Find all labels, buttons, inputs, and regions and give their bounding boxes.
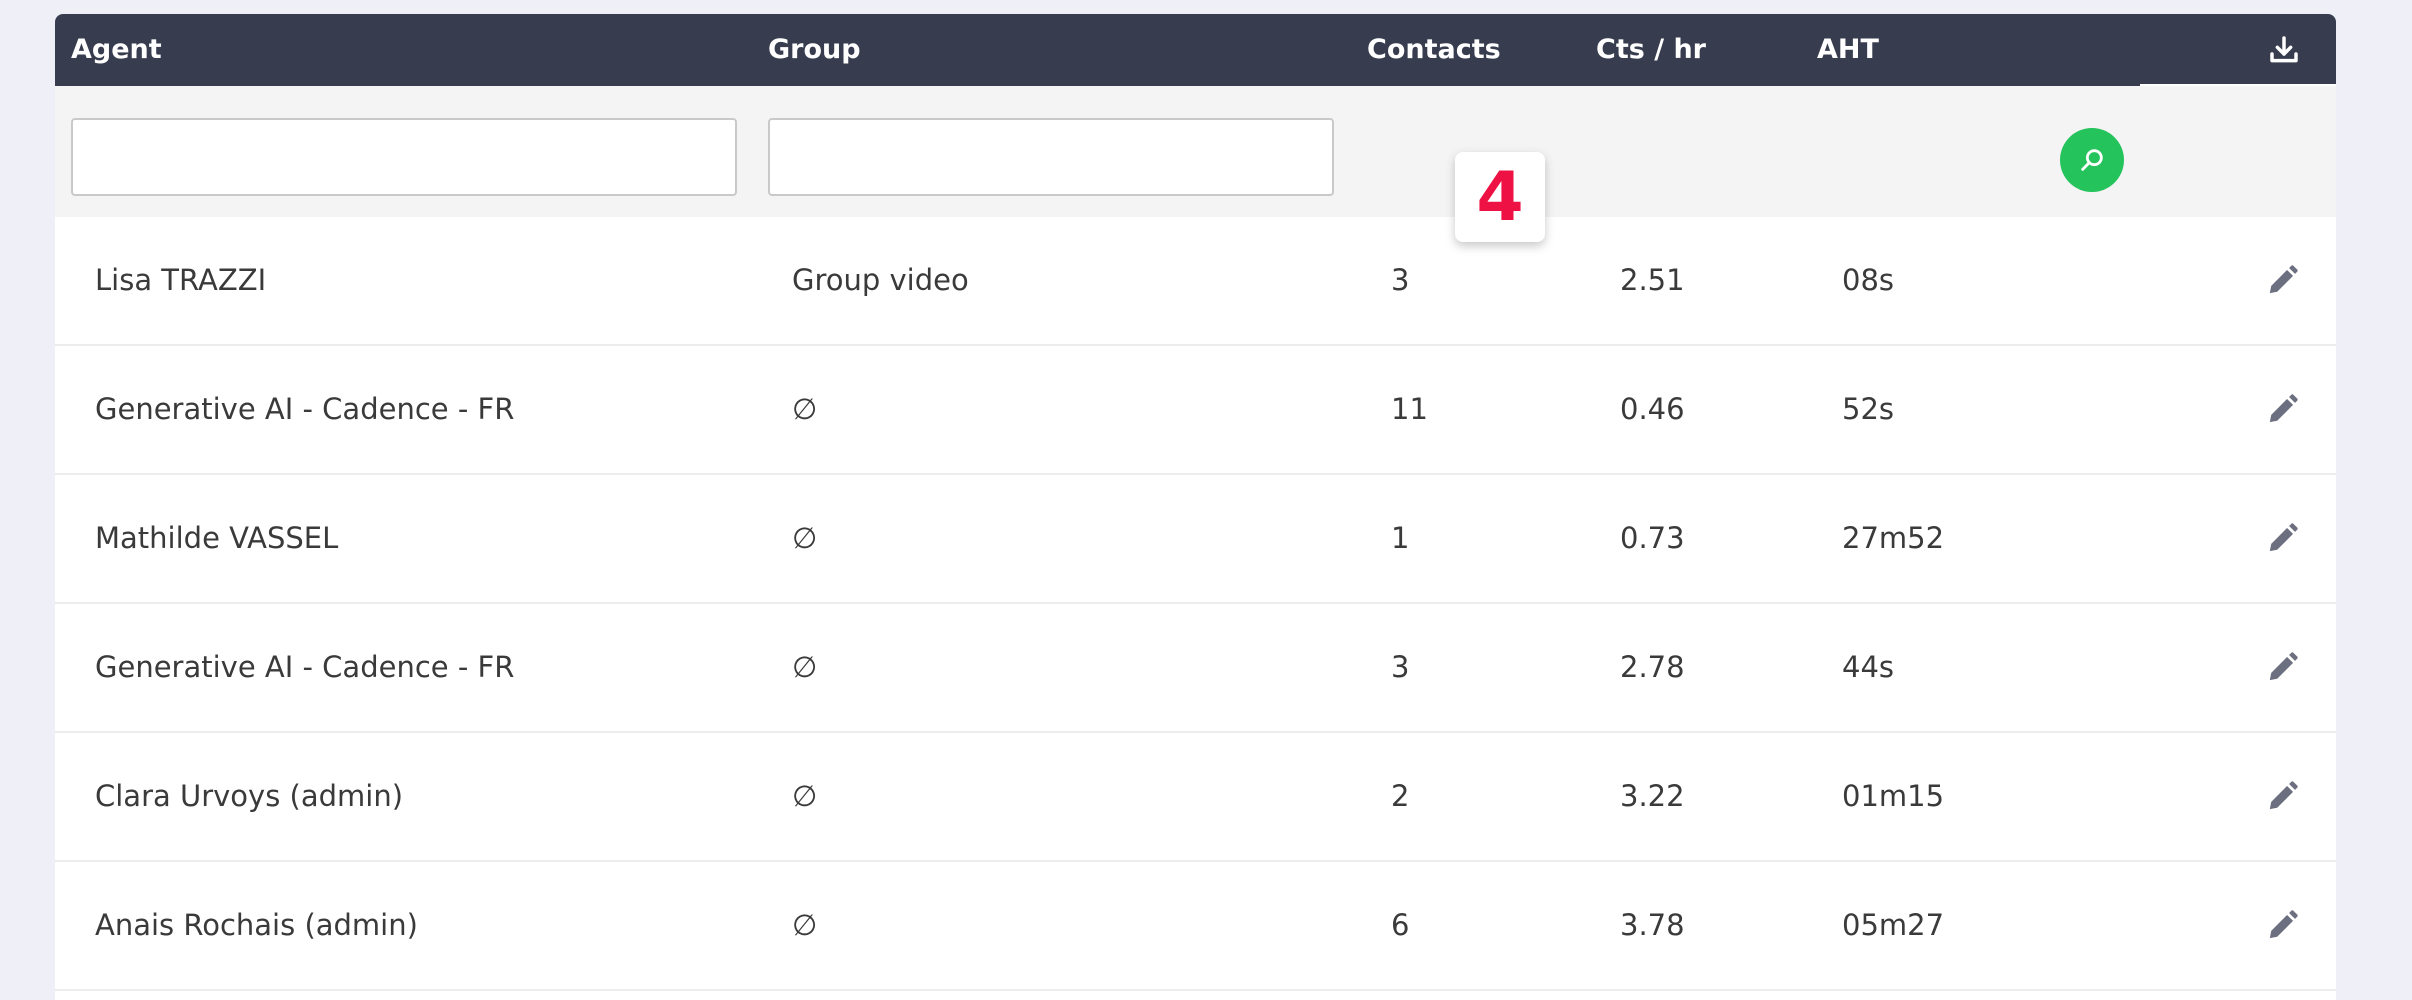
pencil-icon [2269, 394, 2298, 423]
group-name: ∅ [792, 521, 818, 555]
pencil-icon [2269, 523, 2298, 552]
table-row[interactable]: Clara Urvoys (admin) ∅ 2 3.22 01m15 [55, 733, 2336, 862]
column-header-contacts[interactable]: Contacts [1367, 14, 1501, 86]
agent-filter-input[interactable] [71, 118, 737, 196]
download-icon [2270, 36, 2298, 63]
agent-stats-panel: Agent Group Contacts Cts / hr AHT Lisa T… [55, 14, 2336, 1000]
group-name: ∅ [792, 908, 818, 942]
agent-name: Mathilde VASSEL [95, 521, 339, 555]
contacts-per-hour: 2.78 [1620, 650, 1685, 684]
agent-name: Lisa TRAZZI [95, 263, 267, 297]
edit-button[interactable] [2265, 909, 2299, 943]
group-name: ∅ [792, 779, 818, 813]
table-row[interactable]: Generative AI - Cadence - FR ∅ 3 2.78 44s [55, 604, 2336, 733]
contacts-count: 1 [1391, 521, 1410, 555]
edit-button[interactable] [2265, 780, 2299, 814]
contacts-per-hour: 3.22 [1620, 779, 1685, 813]
average-handle-time: 08s [1842, 263, 1895, 297]
edit-button[interactable] [2265, 264, 2299, 298]
table-body: Lisa TRAZZI Group video 3 2.51 08s Generative… [55, 217, 2336, 991]
contacts-count: 11 [1391, 392, 1428, 426]
edit-button[interactable] [2265, 393, 2299, 427]
pencil-icon [2269, 265, 2298, 294]
column-header-cts-hr[interactable]: Cts / hr [1596, 14, 1706, 86]
agent-name: Generative AI - Cadence - FR [95, 650, 515, 684]
contacts-per-hour: 0.73 [1620, 521, 1685, 555]
group-filter-input[interactable] [768, 118, 1334, 196]
group-name: ∅ [792, 650, 818, 684]
agent-name: Generative AI - Cadence - FR [95, 392, 515, 426]
contacts-count: 6 [1391, 908, 1410, 942]
download-button[interactable] [2140, 14, 2336, 86]
filter-row [55, 86, 2336, 217]
edit-button[interactable] [2265, 522, 2299, 556]
contacts-count: 2 [1391, 779, 1410, 813]
contacts-per-hour: 0.46 [1620, 392, 1685, 426]
column-header-group[interactable]: Group [768, 14, 861, 86]
contacts-per-hour: 3.78 [1620, 908, 1685, 942]
agent-name: Anais Rochais (admin) [95, 908, 418, 942]
contacts-per-hour: 2.51 [1620, 263, 1685, 297]
table-header: Agent Group Contacts Cts / hr AHT [55, 14, 2336, 87]
edit-button[interactable] [2265, 651, 2299, 685]
contacts-count: 3 [1391, 263, 1410, 297]
step-badge: 4 [1455, 152, 1545, 242]
contacts-count: 3 [1391, 650, 1410, 684]
average-handle-time: 05m27 [1842, 908, 1945, 942]
table-row[interactable]: Generative AI - Cadence - FR ∅ 11 0.46 52s [55, 346, 2336, 475]
table-row[interactable]: Anais Rochais (admin) ∅ 6 3.78 05m27 [55, 862, 2336, 991]
pencil-icon [2269, 910, 2298, 939]
pencil-icon [2269, 652, 2298, 681]
average-handle-time: 44s [1842, 650, 1895, 684]
pencil-icon [2269, 781, 2298, 810]
average-handle-time: 52s [1842, 392, 1895, 426]
agent-name: Clara Urvoys (admin) [95, 779, 404, 813]
average-handle-time: 01m15 [1842, 779, 1945, 813]
column-header-aht[interactable]: AHT [1817, 14, 1879, 86]
search-button[interactable] [2060, 128, 2124, 192]
table-row[interactable]: Mathilde VASSEL ∅ 1 0.73 27m52 [55, 475, 2336, 604]
group-name: Group video [792, 263, 969, 297]
search-icon [2081, 149, 2103, 171]
average-handle-time: 27m52 [1842, 521, 1945, 555]
column-header-agent[interactable]: Agent [71, 14, 162, 86]
group-name: ∅ [792, 392, 818, 426]
table-row[interactable]: Lisa TRAZZI Group video 3 2.51 08s [55, 217, 2336, 346]
